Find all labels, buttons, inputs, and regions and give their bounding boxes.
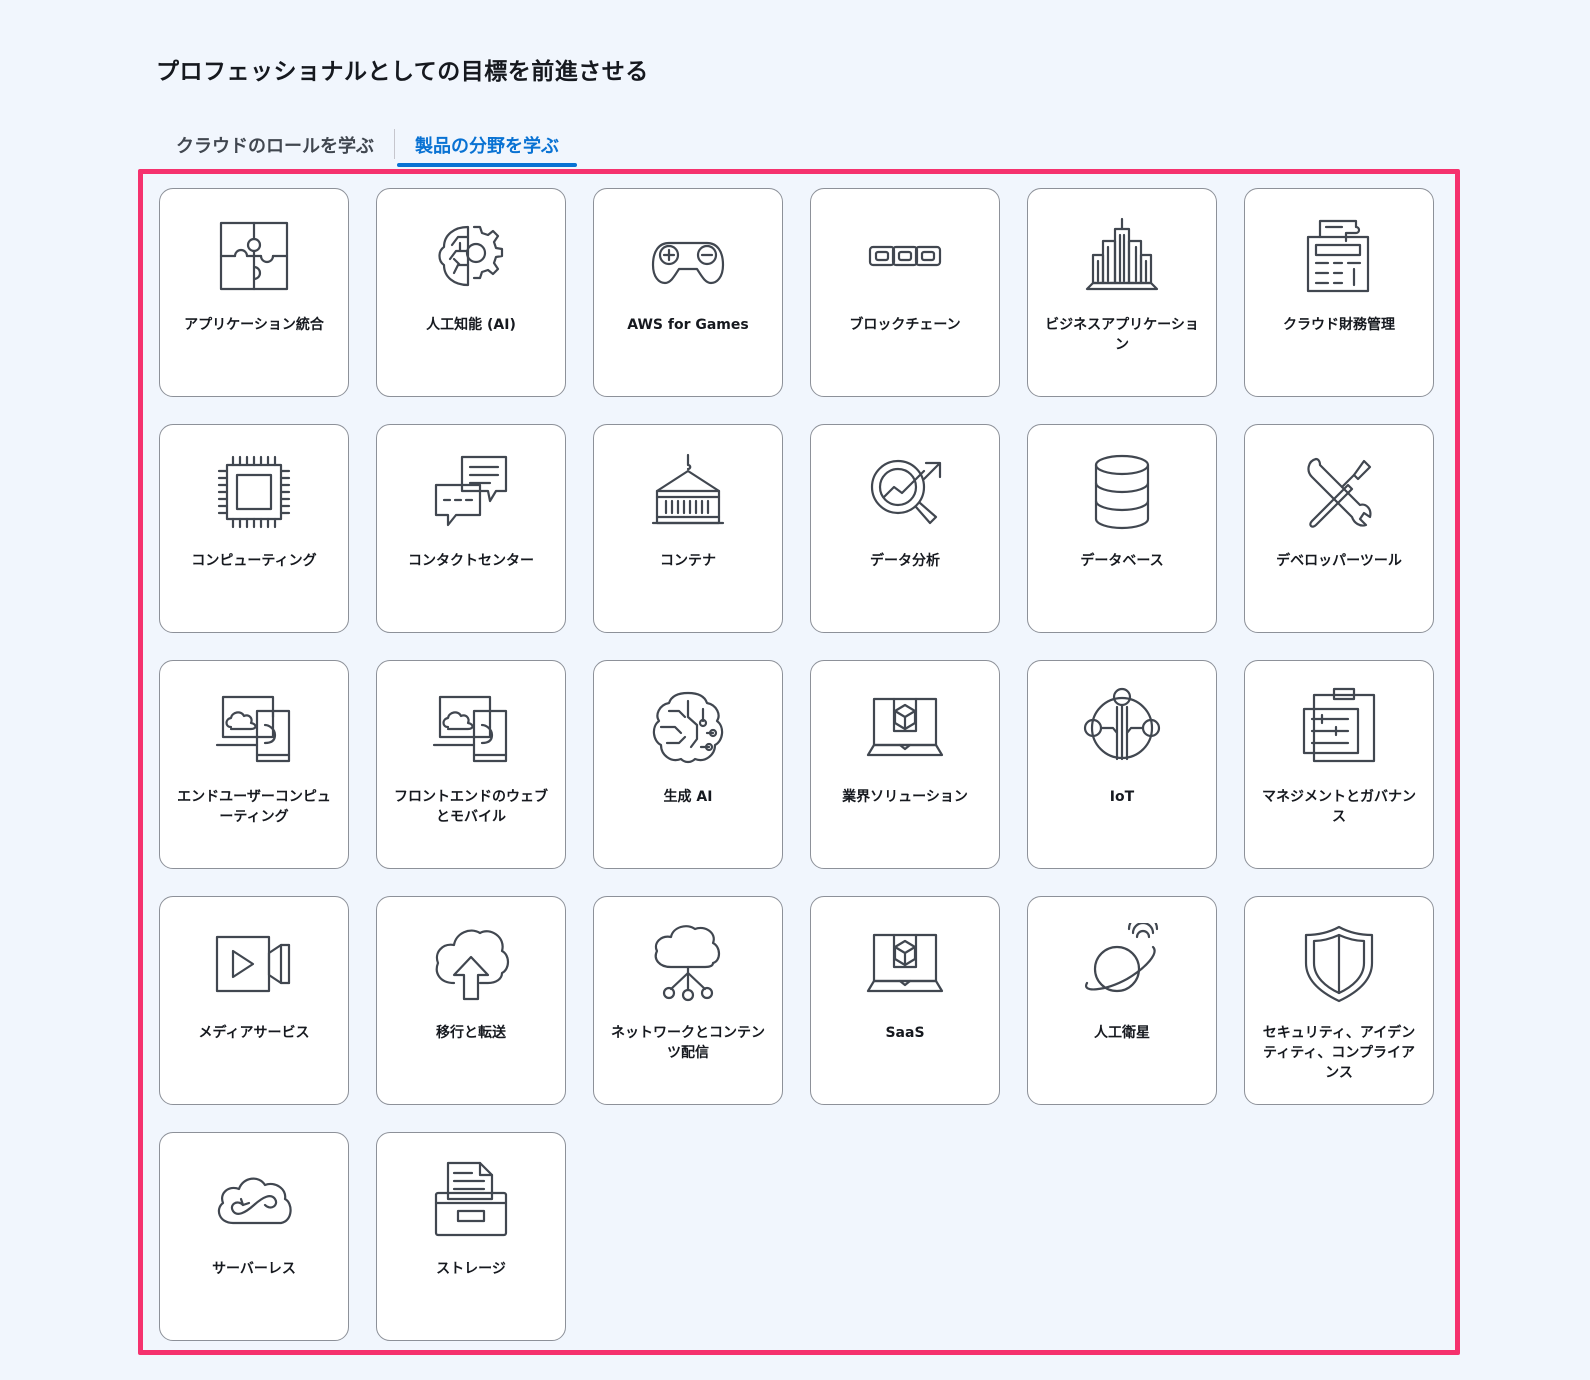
product-area-card[interactable]: セキュリティ、アイデンティティ、コンプライアンス — [1244, 896, 1434, 1105]
card-label: フロントエンドのウェブとモバイル — [394, 789, 548, 825]
product-area-card[interactable]: コンタクトセンター — [376, 424, 566, 633]
cloud-infinity-icon — [213, 1159, 295, 1241]
card-label: マネジメントとガバナンス — [1262, 789, 1416, 825]
product-area-card[interactable]: 人工知能 (AI) — [376, 188, 566, 397]
calculator-receipt-icon — [1298, 215, 1380, 297]
product-area-card[interactable]: SaaS — [810, 896, 1000, 1105]
analytics-magnifier-icon — [864, 451, 946, 533]
product-area-card[interactable]: 業界ソリューション — [810, 660, 1000, 869]
chat-bubbles-icon — [430, 451, 512, 533]
tab-product-areas[interactable]: 製品の分野を学ぶ — [395, 123, 579, 167]
card-label: ビジネスアプリケーション — [1045, 317, 1199, 353]
cloud-upload-icon — [430, 923, 512, 1005]
product-area-card[interactable]: アプリケーション統合 — [159, 188, 349, 397]
cloud-network-icon — [647, 923, 729, 1005]
card-label: セキュリティ、アイデンティティ、コンプライアンス — [1262, 1025, 1416, 1081]
card-label: メディアサービス — [198, 1025, 310, 1041]
product-area-card[interactable]: 人工衛星 — [1027, 896, 1217, 1105]
product-area-card[interactable]: エンドユーザーコンピューティング — [159, 660, 349, 869]
product-area-card[interactable]: データベース — [1027, 424, 1217, 633]
product-area-card[interactable]: AWS for Games — [593, 188, 783, 397]
card-label: データ分析 — [870, 553, 940, 569]
card-label: エンドユーザーコンピューティング — [177, 789, 331, 825]
brain-circuit-icon — [647, 687, 729, 769]
puzzle-icon — [213, 215, 295, 297]
product-area-card[interactable]: IoT — [1027, 660, 1217, 869]
product-area-card[interactable]: 生成 AI — [593, 660, 783, 869]
product-area-card[interactable]: マネジメントとガバナンス — [1244, 660, 1434, 869]
card-label: 人工衛星 — [1094, 1025, 1150, 1041]
card-label: SaaS — [885, 1025, 925, 1041]
card-label: 移行と転送 — [436, 1025, 506, 1041]
chain-icon — [864, 215, 946, 297]
laptop-cube-icon — [864, 923, 946, 1005]
card-label: 業界ソリューション — [842, 789, 968, 805]
card-label: データベース — [1080, 553, 1164, 569]
product-area-card[interactable]: データ分析 — [810, 424, 1000, 633]
card-label: アプリケーション統合 — [184, 317, 324, 333]
card-label: AWS for Games — [627, 317, 749, 333]
page-title: プロフェッショナルとしての目標を前進させる — [156, 59, 649, 85]
card-label: サーバーレス — [212, 1261, 296, 1277]
card-label: ブロックチェーン — [849, 317, 961, 333]
tab-cloud-roles[interactable]: クラウドのロールを学ぶ — [156, 123, 394, 167]
card-label: ネットワークとコンテンツ配信 — [611, 1025, 765, 1061]
card-label: コンテナ — [660, 553, 716, 569]
product-area-card[interactable]: クラウド財務管理 — [1244, 188, 1434, 397]
card-label: 生成 AI — [663, 789, 713, 805]
database-icon — [1081, 451, 1163, 533]
product-area-card[interactable]: メディアサービス — [159, 896, 349, 1105]
product-area-card[interactable]: ブロックチェーン — [810, 188, 1000, 397]
card-label: ストレージ — [436, 1261, 506, 1277]
card-label: 人工知能 (AI) — [426, 317, 516, 333]
chip-icon — [213, 451, 295, 533]
card-label: クラウド財務管理 — [1283, 317, 1395, 333]
product-area-card[interactable]: コンテナ — [593, 424, 783, 633]
product-area-grid: アプリケーション統合 人工知能 (AI) AWS for Games ブロックチェーン… — [159, 188, 1434, 1341]
product-area-card[interactable]: 移行と転送 — [376, 896, 566, 1105]
laptop-cloud-icon — [213, 687, 295, 769]
laptop-cloud-mobile-icon — [430, 687, 512, 769]
city-building-icon — [1081, 215, 1163, 297]
product-area-card[interactable]: ネットワークとコンテンツ配信 — [593, 896, 783, 1105]
file-storage-icon — [430, 1159, 512, 1241]
tab-list: クラウドのロールを学ぶ 製品の分野を学ぶ — [156, 123, 579, 167]
product-area-card[interactable]: デベロッパーツール — [1244, 424, 1434, 633]
card-label: コンタクトセンター — [408, 553, 534, 569]
gamepad-icon — [647, 215, 729, 297]
container-icon — [647, 451, 729, 533]
product-area-card[interactable]: サーバーレス — [159, 1132, 349, 1341]
iot-hub-icon — [1081, 687, 1163, 769]
card-label: IoT — [1109, 789, 1135, 805]
shield-icon — [1298, 923, 1380, 1005]
product-area-card[interactable]: ビジネスアプリケーション — [1027, 188, 1217, 397]
card-label: コンピューティング — [191, 553, 317, 569]
planet-satellite-icon — [1081, 923, 1163, 1005]
product-area-card[interactable]: フロントエンドのウェブとモバイル — [376, 660, 566, 869]
card-label: デベロッパーツール — [1276, 553, 1402, 569]
laptop-cube-icon — [864, 687, 946, 769]
brain-gear-icon — [430, 215, 512, 297]
product-area-card[interactable]: コンピューティング — [159, 424, 349, 633]
wrench-screwdriver-icon — [1298, 451, 1380, 533]
video-camera-icon — [213, 923, 295, 1005]
product-area-card[interactable]: ストレージ — [376, 1132, 566, 1341]
clipboard-sliders-icon — [1298, 687, 1380, 769]
